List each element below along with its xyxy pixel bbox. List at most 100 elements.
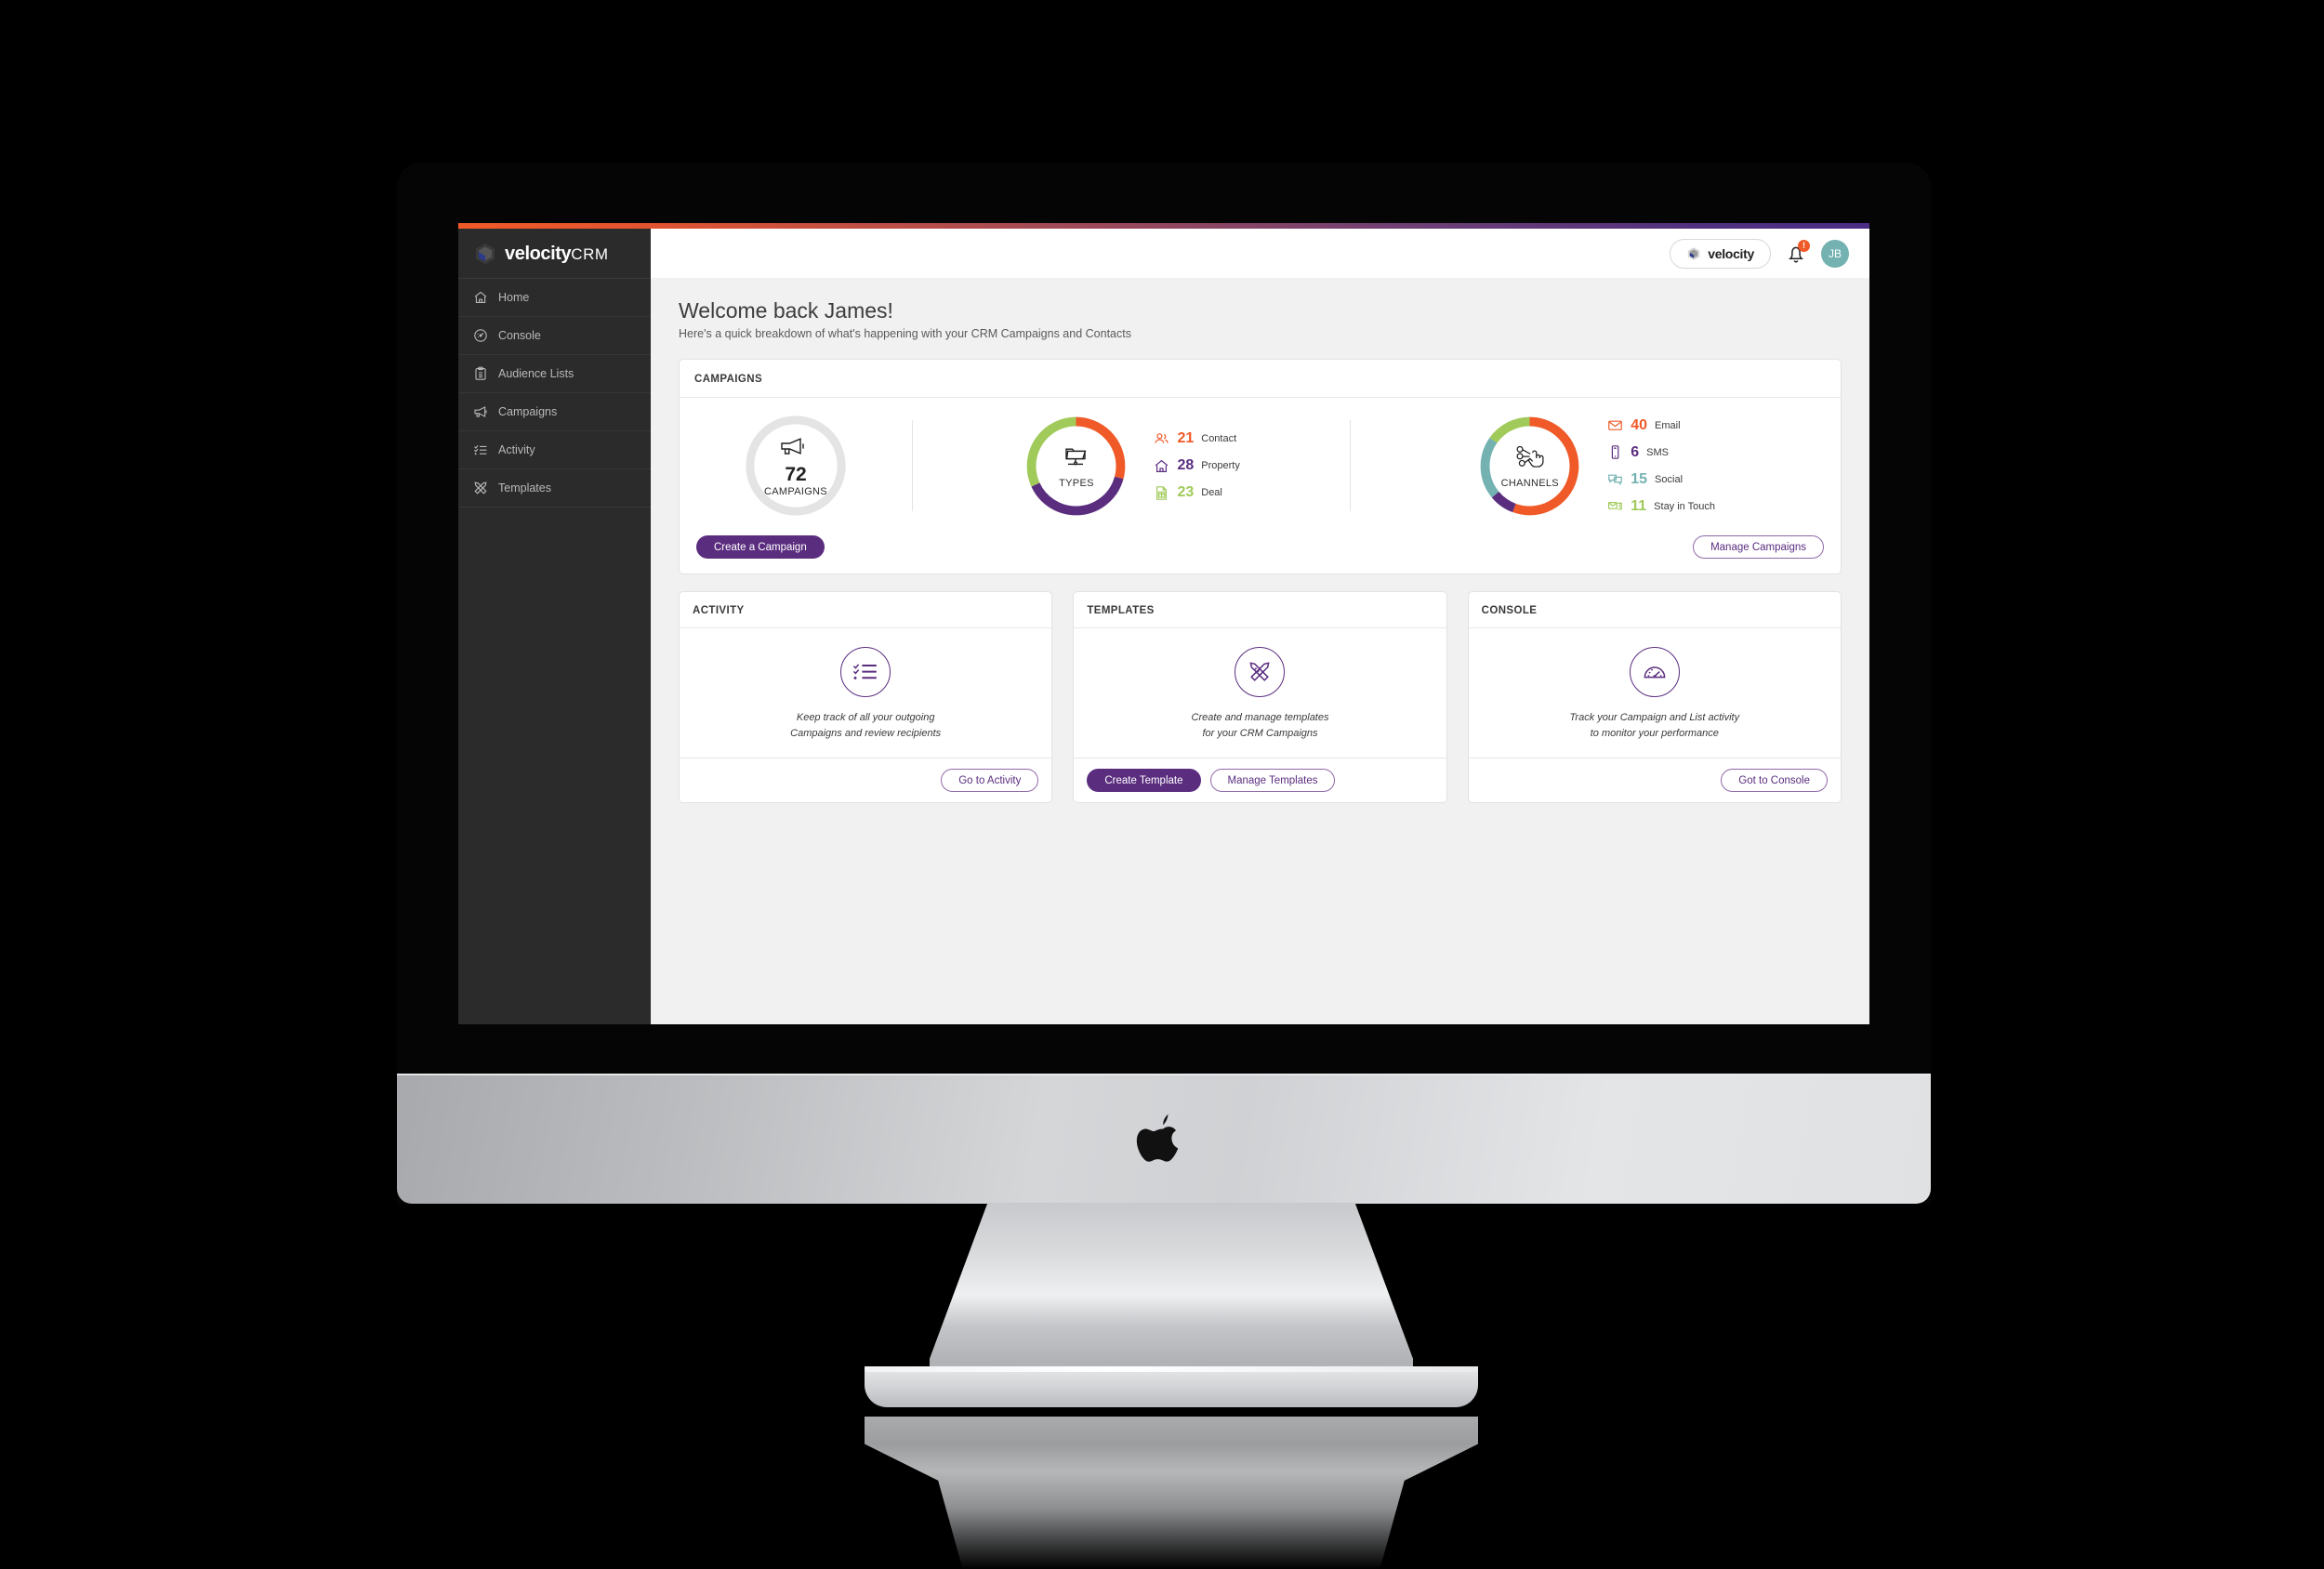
- checklist-circle-icon: [840, 647, 891, 697]
- house-icon: [1154, 458, 1169, 474]
- velocity-hex-logo-icon: [473, 242, 497, 266]
- stat-label: Stay in Touch: [1654, 500, 1716, 512]
- desc-line-2: Campaigns and review recipients: [790, 727, 942, 739]
- desc-line-1: Keep track of all your outgoing: [796, 712, 935, 723]
- sidebar-item-audience-lists[interactable]: Audience Lists: [458, 355, 651, 393]
- go-to-console-button[interactable]: Got to Console: [1721, 769, 1828, 792]
- templates-tile-title: TEMPLATES: [1087, 605, 1155, 616]
- manage-templates-button[interactable]: Manage Templates: [1209, 769, 1336, 792]
- bell-icon: [1785, 246, 1807, 270]
- notifications-button[interactable]: !: [1785, 239, 1810, 266]
- campaigns-card: CAMPAIGNS 72 CAMPAIGNS TYPES 21 Contact …: [679, 359, 1842, 574]
- manage-campaigns-button[interactable]: Manage Campaigns: [1693, 535, 1824, 559]
- sidebar-item-campaigns[interactable]: Campaigns: [458, 393, 651, 431]
- sidebar-item-label: Campaigns: [498, 405, 558, 418]
- channels-donut-chart: CHANNELS: [1476, 413, 1583, 520]
- stat-label: Deal: [1201, 487, 1222, 498]
- templates-tile-header: TEMPLATES: [1074, 592, 1446, 628]
- console-tile-title: CONSOLE: [1481, 605, 1538, 616]
- imac-reflection: [865, 1417, 1478, 1569]
- sidebar-item-label: Activity: [498, 443, 535, 456]
- megaphone-icon: [779, 435, 812, 463]
- types-donut-chart: TYPES: [1023, 413, 1129, 520]
- screenshot-stage: velocityCRM Home Console Audience Lists …: [0, 0, 2324, 1569]
- activity-tile: ACTIVITY Keep track of all your outgoing…: [679, 591, 1053, 803]
- sidebar-item-home[interactable]: Home: [458, 279, 651, 317]
- sidebar-item-templates[interactable]: Templates: [458, 469, 651, 508]
- activity-tile-footer: Go to Activity: [680, 758, 1051, 802]
- activity-tile-title: ACTIVITY: [693, 605, 745, 616]
- console-tile-body: Track your Campaign and List activity to…: [1468, 628, 1841, 758]
- stat-label: Contact: [1201, 433, 1237, 444]
- channels-column: CHANNELS 40 Email 6 SMS 15 Social 11 Sta…: [1351, 411, 1841, 521]
- templates-tile: TEMPLATES Create and manage templates fo…: [1073, 591, 1447, 803]
- console-tile-header: CONSOLE: [1468, 592, 1841, 628]
- stat-label: SMS: [1646, 446, 1669, 458]
- stat-value: 28: [1177, 457, 1195, 473]
- people-icon: [1154, 431, 1169, 447]
- activity-tile-description: Keep track of all your outgoing Campaign…: [790, 710, 941, 741]
- folder-network-icon: [1060, 443, 1093, 471]
- screen-viewport: velocityCRM Home Console Audience Lists …: [458, 223, 1869, 1024]
- share-hand-icon: [1513, 443, 1547, 471]
- stat-property: 28 Property: [1154, 457, 1240, 474]
- sidebar-item-console[interactable]: Console: [458, 317, 651, 355]
- home-icon: [473, 290, 488, 305]
- stat-value: 23: [1177, 484, 1195, 500]
- go-to-activity-button[interactable]: Go to Activity: [941, 769, 1039, 792]
- brand-name: velocityCRM: [505, 243, 609, 264]
- activity-tile-header: ACTIVITY: [680, 592, 1052, 628]
- types-donut-center: TYPES: [1023, 413, 1129, 520]
- imac-stand-foot: [865, 1366, 1478, 1407]
- templates-tile-body: Create and manage templates for your CRM…: [1074, 628, 1446, 758]
- stat-label: Email: [1655, 419, 1681, 431]
- activity-tile-body: Keep track of all your outgoing Campaign…: [680, 628, 1052, 758]
- gauge-icon: [473, 328, 488, 343]
- create-template-button[interactable]: Create Template: [1087, 769, 1201, 792]
- stat-value: 15: [1631, 470, 1648, 487]
- avatar[interactable]: JB: [1821, 239, 1849, 268]
- desc-line-1: Track your Campaign and List activity: [1569, 712, 1740, 723]
- stat-deal: 23 Deal: [1154, 485, 1239, 501]
- stat-sms: 6 SMS: [1607, 444, 1715, 460]
- campaigns-card-body: 72 CAMPAIGNS TYPES 21 Contact 28 Propert…: [680, 398, 1841, 535]
- stat-stay-in-touch: 11 Stay in Touch: [1607, 498, 1715, 514]
- desc-line-1: Create and manage templates: [1191, 712, 1329, 723]
- templates-tile-footer: Create Template Manage Templates: [1074, 758, 1446, 802]
- pencil-ruler-icon: [473, 481, 488, 495]
- mail-stack-icon: [1607, 498, 1623, 514]
- clipboard-list-icon: [473, 366, 488, 381]
- campaigns-total-label: CAMPAIGNS: [764, 485, 827, 497]
- envelope-icon: [1607, 417, 1623, 433]
- stat-value: 11: [1631, 497, 1647, 514]
- apple-logo-icon: [1134, 1108, 1192, 1175]
- app-shell: velocityCRM Home Console Audience Lists …: [458, 229, 1869, 1024]
- sidebar-item-label: Home: [498, 291, 530, 304]
- page-subtitle: Here's a quick breakdown of what's happe…: [679, 327, 1131, 340]
- campaigns-card-footer: Create a Campaign Manage Campaigns: [680, 535, 1841, 574]
- brand-logo[interactable]: velocityCRM: [458, 229, 651, 279]
- stat-value: 40: [1631, 416, 1648, 433]
- campaigns-card-title: CAMPAIGNS: [694, 374, 763, 385]
- stat-contact: 21 Contact: [1154, 431, 1239, 447]
- velocity-hex-logo-icon: [1686, 246, 1701, 261]
- stat-value: 6: [1631, 443, 1640, 460]
- desc-line-2: to monitor your performance: [1590, 727, 1719, 739]
- pencil-ruler-circle-icon: [1235, 647, 1286, 697]
- channels-stat-list: 40 Email 6 SMS 15 Social 11 Stay in Touc…: [1607, 417, 1715, 514]
- sidebar-item-activity[interactable]: Activity: [458, 431, 651, 469]
- workspace-switcher-button[interactable]: velocity: [1670, 238, 1771, 269]
- console-tile: CONSOLE Track your Campaign and List act…: [1467, 591, 1842, 803]
- create-campaign-button[interactable]: Create a Campaign: [696, 535, 825, 559]
- channels-donut-center: CHANNELS: [1476, 413, 1583, 520]
- tiles-row: ACTIVITY Keep track of all your outgoing…: [679, 591, 1842, 803]
- sidebar: velocityCRM Home Console Audience Lists …: [458, 229, 651, 1024]
- checklist-icon: [473, 442, 488, 457]
- avatar-initials: JB: [1828, 246, 1842, 260]
- campaigns-card-header: CAMPAIGNS: [680, 360, 1841, 398]
- stat-label: Property: [1201, 460, 1240, 471]
- chin-highlight: [397, 1074, 1931, 1075]
- gauge-circle-icon: [1629, 647, 1680, 697]
- notification-badge: !: [1798, 239, 1810, 252]
- campaigns-total-value: 72: [785, 463, 807, 485]
